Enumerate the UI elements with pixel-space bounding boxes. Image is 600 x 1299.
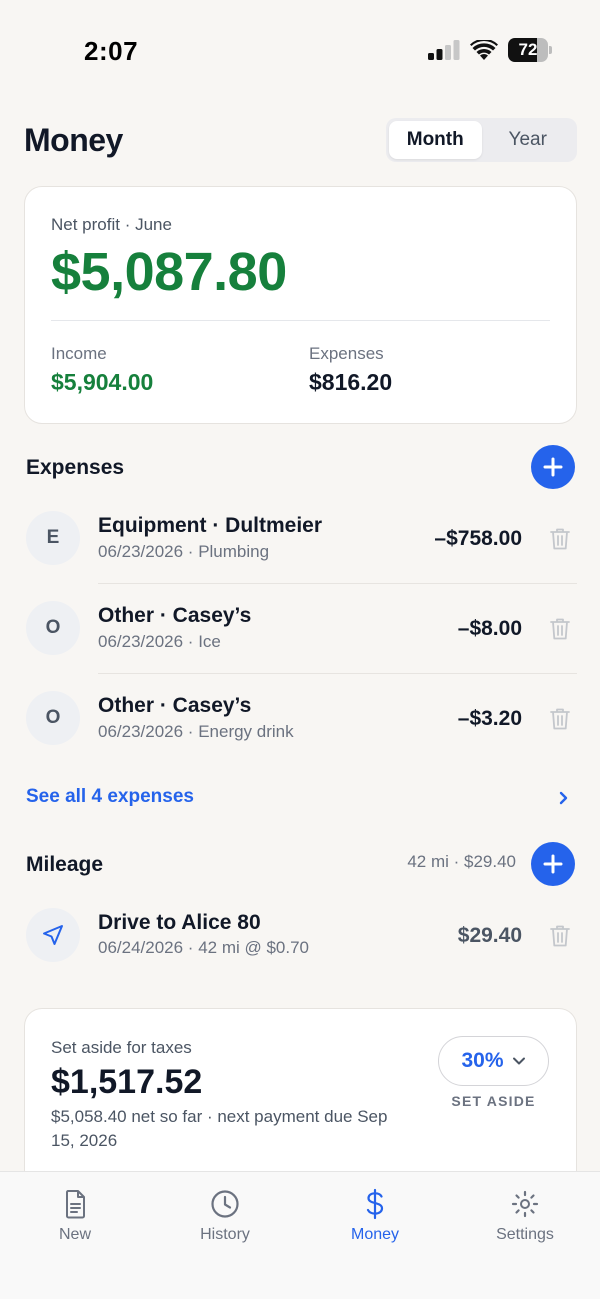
- see-all-expenses-link[interactable]: See all 4 expenses: [26, 786, 194, 808]
- tax-label: Set aside for taxes: [51, 1038, 192, 1057]
- trash-icon[interactable]: [549, 617, 571, 641]
- expense-title: Equipment · Dultmeier: [98, 514, 323, 537]
- category-avatar: E: [26, 511, 80, 565]
- category-avatar: O: [26, 691, 80, 745]
- expense-subtitle: 06/23/2026 · Ice: [98, 632, 221, 651]
- tab-label: History: [200, 1226, 250, 1243]
- trash-icon[interactable]: [549, 924, 571, 948]
- plus-icon: [543, 854, 563, 874]
- period-segmented-control: Month Year: [386, 118, 577, 162]
- trash-icon[interactable]: [549, 527, 571, 551]
- expenses-label: Expenses: [309, 344, 384, 363]
- divider: [51, 320, 550, 321]
- tab-settings[interactable]: Settings: [450, 1172, 600, 1299]
- dollar-icon: [366, 1188, 384, 1220]
- add-mileage-button[interactable]: [531, 842, 575, 886]
- navigation-arrow-icon: [26, 908, 80, 962]
- net-profit-card: Net profit · June $5,087.80 Income $5,90…: [24, 186, 577, 424]
- segment-year[interactable]: Year: [482, 121, 575, 159]
- battery-level: 72: [518, 40, 538, 59]
- expense-title: Other · Casey’s: [98, 604, 252, 627]
- expense-amount: –$3.20: [457, 707, 522, 730]
- income-value: $5,904.00: [51, 369, 154, 395]
- tax-percent-value: 30%: [461, 1049, 504, 1072]
- battery-icon: 72: [508, 38, 552, 62]
- expense-subtitle: 06/23/2026 · Plumbing: [98, 542, 270, 561]
- tab-money[interactable]: Money: [300, 1172, 450, 1299]
- mileage-amount: $29.40: [457, 924, 522, 947]
- trash-icon[interactable]: [549, 707, 571, 731]
- chevron-right-icon[interactable]: [558, 788, 570, 808]
- expenses-value: $816.20: [309, 369, 393, 395]
- document-icon: [66, 1190, 85, 1219]
- income-label: Income: [51, 344, 107, 363]
- status-time: 2:07: [84, 36, 139, 66]
- plus-icon: [543, 457, 563, 477]
- tab-label: Settings: [496, 1226, 554, 1243]
- expense-row[interactable]: O Other · Casey’s 06/23/2026 · Energy dr…: [24, 674, 577, 764]
- tax-note: $5,058.40 net so far · next payment due …: [51, 1107, 388, 1150]
- mileage-section-title: Mileage: [26, 853, 104, 876]
- status-bar: 2:07 72: [0, 0, 600, 100]
- expense-row[interactable]: E Equipment · Dultmeier 06/23/2026 · Plu…: [24, 494, 577, 584]
- segment-month[interactable]: Month: [389, 121, 482, 159]
- add-expense-button[interactable]: [531, 445, 575, 489]
- tab-bar: New History Money Settings: [0, 1171, 600, 1299]
- expense-row[interactable]: O Other · Casey’s 06/23/2026 · Ice –$8.0…: [24, 584, 577, 674]
- net-profit-value: $5,087.80: [51, 242, 287, 302]
- clock-icon: [211, 1190, 239, 1218]
- net-profit-label: Net profit · June: [51, 215, 172, 234]
- tax-percent-dropdown[interactable]: 30%: [438, 1036, 549, 1086]
- mileage-summary: 42 mi · $29.40: [407, 852, 516, 871]
- tax-value: $1,517.52: [51, 1063, 203, 1101]
- status-icons: 72: [428, 38, 552, 62]
- expenses-section-title: Expenses: [26, 456, 125, 479]
- mileage-subtitle: 06/24/2026 · 42 mi @ $0.70: [98, 938, 310, 957]
- gear-icon: [511, 1190, 539, 1218]
- chevron-down-icon: [512, 1057, 525, 1065]
- tab-new[interactable]: New: [0, 1172, 150, 1299]
- expense-title: Other · Casey’s: [98, 694, 252, 717]
- tab-history[interactable]: History: [150, 1172, 300, 1299]
- tab-label: Money: [350, 1226, 400, 1243]
- cellular-signal-icon: [428, 40, 460, 60]
- wifi-icon: [470, 39, 498, 60]
- expense-amount: –$758.00: [434, 527, 522, 550]
- expense-subtitle: 06/23/2026 · Energy drink: [98, 722, 294, 741]
- mileage-title: Drive to Alice 80: [98, 911, 261, 934]
- expense-amount: –$8.00: [457, 617, 522, 640]
- tab-label: New: [58, 1226, 91, 1243]
- mileage-row[interactable]: Drive to Alice 80 06/24/2026 · 42 mi @ $…: [24, 890, 577, 980]
- page-title: Money: [24, 122, 123, 158]
- category-avatar: O: [26, 601, 80, 655]
- tax-percent-caption: SET ASIDE: [451, 1093, 536, 1109]
